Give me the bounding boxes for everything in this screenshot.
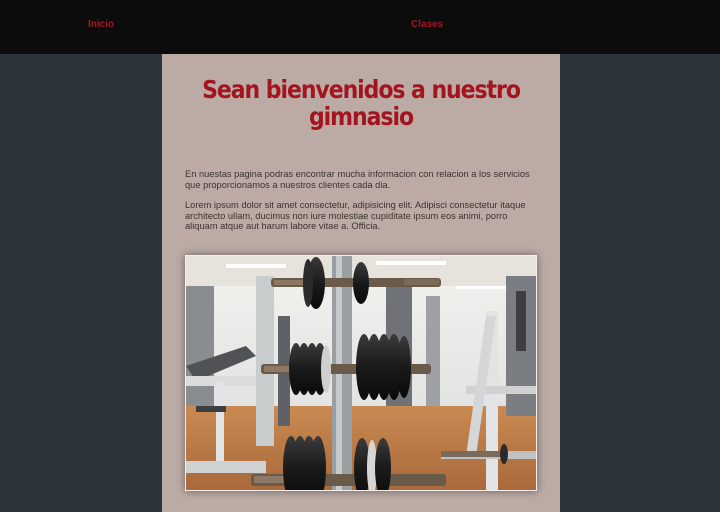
lorem-paragraph: Lorem ipsum dolor sit amet consectetur, … <box>185 200 526 231</box>
nav-link-inicio[interactable]: Inicio <box>88 19 114 30</box>
top-navbar: Inicio Clases <box>0 0 720 54</box>
intro-paragraph: En nuestas pagina podras encontrar mucha… <box>185 169 530 190</box>
nav-link-clases[interactable]: Clases <box>411 19 443 30</box>
main-content-panel: Sean bienvenidos a nuestro gimnasio En n… <box>162 54 560 512</box>
gym-photo <box>185 255 537 491</box>
page-title: Sean bienvenidos a nuestro gimnasio <box>202 75 521 131</box>
